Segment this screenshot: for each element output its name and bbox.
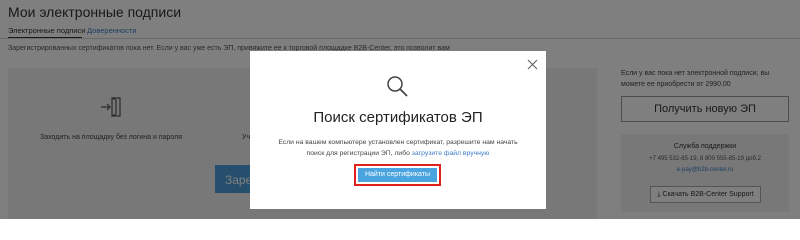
close-icon[interactable]	[527, 59, 538, 70]
modal-description: Если на вашем компьютере установлен серт…	[270, 137, 526, 159]
find-certificates-button[interactable]: Найти сертификаты	[358, 168, 437, 182]
find-button-highlight: Найти сертификаты	[354, 164, 441, 186]
certificate-search-modal: Поиск сертификатов ЭП Если на вашем комп…	[250, 51, 546, 209]
modal-title: Поиск сертификатов ЭП	[313, 109, 483, 126]
search-icon	[387, 76, 408, 97]
upload-file-manually-link[interactable]: загрузите файл вручную	[412, 150, 490, 157]
